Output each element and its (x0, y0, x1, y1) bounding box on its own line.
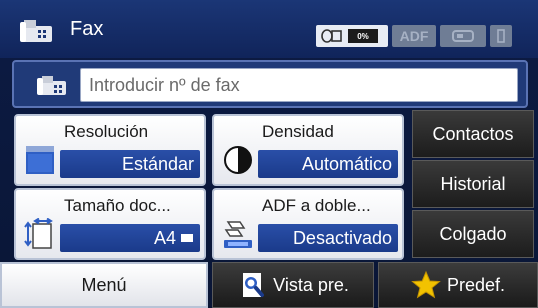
adf-icon: ADF (399, 28, 429, 44)
on-hook-button[interactable]: Colgado (412, 210, 534, 258)
star-icon (411, 270, 441, 299)
density-value: Automático (258, 150, 398, 178)
page-title: Fax (70, 18, 104, 40)
memory-icon (497, 29, 505, 43)
resolution-icon (26, 146, 54, 174)
preview-icon (243, 273, 265, 297)
document-size-setting-button[interactable]: Tamaño doc... A4 (14, 188, 206, 260)
fax-screen: Fax 0% ADF Introducir nº de fax Resoluci… (0, 0, 538, 308)
ink-level-indicator[interactable]: 0% (316, 25, 388, 47)
adf-duplex-icon (224, 221, 252, 248)
document-size-icon (24, 218, 53, 249)
resolution-value: Estándar (60, 150, 200, 178)
density-label: Densidad (262, 122, 334, 141)
title-bar: Fax 0% ADF (0, 0, 538, 58)
ink-level-value: 0% (348, 29, 378, 43)
density-setting-button[interactable]: Densidad Automático (212, 114, 404, 186)
presets-button[interactable]: Predef. (378, 262, 538, 308)
status-tray: 0% ADF (316, 23, 534, 49)
adf-status-indicator: ADF (392, 25, 436, 47)
resolution-label: Resolución (64, 122, 149, 141)
menu-button[interactable]: Menú (0, 262, 208, 308)
document-size-label: Tamaño doc... (64, 196, 171, 215)
fax-icon (20, 20, 52, 42)
fax-number-row (12, 60, 528, 108)
preview-button[interactable]: Vista pre. (212, 262, 374, 308)
adf-duplex-value: Desactivado (258, 224, 398, 252)
adf-duplex-setting-button[interactable]: ADF a doble... Desactivado (212, 188, 404, 260)
phone-line-icon (452, 30, 474, 42)
landscape-page-icon (181, 234, 193, 242)
adf-duplex-label: ADF a doble... (262, 196, 371, 215)
ink-level-icon (321, 29, 342, 43)
document-size-value: A4 (60, 224, 200, 252)
density-icon (224, 146, 252, 174)
fax-number-input[interactable] (80, 68, 518, 102)
fax-icon (37, 76, 66, 95)
resolution-setting-button[interactable]: Resolución Estándar (14, 114, 206, 186)
contacts-button[interactable]: Contactos (412, 110, 534, 158)
history-button[interactable]: Historial (412, 160, 534, 208)
memory-indicator (490, 25, 512, 47)
phone-line-indicator (440, 25, 486, 47)
